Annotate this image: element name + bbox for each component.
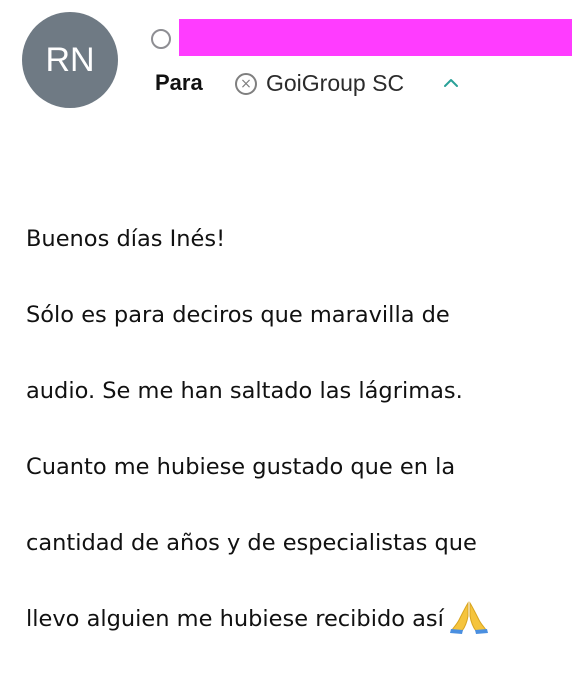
status-circle-icon [151, 29, 171, 49]
folded-hands-emoji-icon [449, 600, 488, 634]
message-body: Buenos días Inés! Sólo es para deciros q… [26, 182, 566, 676]
message-line: cantidad de años y de especialistas que [26, 530, 477, 556]
sender-avatar[interactable]: RN [22, 12, 118, 108]
message-line: Cuanto me hubiese gustado que en la [26, 454, 456, 480]
message-line: Sólo es para deciros que maravilla de [26, 302, 450, 328]
to-label: Para [155, 70, 203, 95]
avatar-initials: RN [45, 40, 95, 79]
recipient-chip[interactable]: GoiGroup SC [266, 70, 404, 97]
message-line-text: llevo alguien me hubiese recibido así [26, 606, 444, 632]
message-line: Buenos días Inés! [26, 226, 226, 252]
message-line: audio. Se me han saltado las lágrimas. [26, 378, 463, 404]
chevron-up-icon[interactable] [440, 72, 462, 94]
redacted-sender-name [179, 19, 572, 56]
remove-recipient-icon[interactable]: × [235, 73, 257, 95]
message-line-last: llevo alguien me hubiese recibido así [26, 600, 566, 638]
